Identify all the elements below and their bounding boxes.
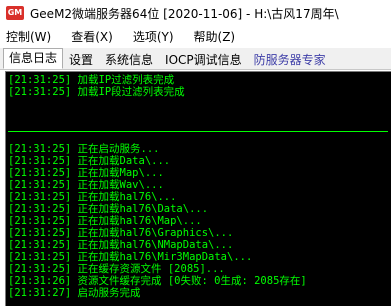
- log-line: [21:31:25] 正在加载hal76\NMapData\...: [8, 239, 234, 251]
- app-icon: GM: [6, 6, 24, 20]
- log-line: [21:31:25] 正在缓存资源文件 [2085]...: [8, 263, 225, 275]
- log-line: [21:31:25] 正在加载Wav\...: [8, 179, 164, 191]
- log-line: [21:31:25] 正在加载hal76\Mir3MapData\...: [8, 251, 253, 263]
- tab-info-log[interactable]: 信息日志: [3, 48, 64, 69]
- log-output[interactable]: [21:31:25] 加载IP过滤列表完成 [21:31:25] 加载IP段过滤…: [5, 71, 391, 306]
- tab-settings[interactable]: 设置: [63, 50, 99, 69]
- window-title: GeeM2微端服务器64位 [2020-11-06] - H:\古风17周年\: [30, 6, 339, 21]
- log-line: [21:31:25] 正在加载hal76\...: [8, 191, 177, 203]
- log-line: [21:31:25] 正在加载Data\...: [8, 155, 171, 167]
- log-line: [21:31:25] 正在加载hal76\Graphics\...: [8, 227, 234, 239]
- tab-system-info[interactable]: 系统信息: [99, 50, 159, 69]
- tab-server-protection[interactable]: 防服务器专家: [248, 50, 332, 69]
- tab-iocp-debug[interactable]: IOCP调试信息: [159, 50, 248, 69]
- log-line: [21:31:25] 正在加载Map\...: [8, 167, 164, 179]
- menu-bar: 控制(W) 查看(X) 选项(Y) 帮助(Z): [0, 26, 391, 47]
- title-bar: GM GeeM2微端服务器64位 [2020-11-06] - H:\古风17周…: [0, 0, 391, 26]
- log-line: [21:31:25] 加载IP段过滤列表完成: [8, 86, 185, 98]
- menu-control[interactable]: 控制(W): [6, 28, 51, 45]
- log-line: [21:31:27] 启动服务完成: [8, 287, 141, 299]
- log-separator: [8, 131, 388, 132]
- log-line: [21:31:25] 正在启动服务...: [8, 143, 160, 155]
- log-line: [21:31:25] 正在加载hal76\Data\...: [8, 203, 209, 215]
- log-line: [21:31:26] 资源文件缓存完成 [0失败: 0生成: 2085存在]: [8, 275, 307, 287]
- log-line: [21:31:25] 加载IP过滤列表完成: [8, 74, 175, 86]
- log-line: [21:31:25] 正在加载hal76\Map\...: [8, 215, 202, 227]
- tab-bar: 信息日志 设置 系统信息 IOCP调试信息 防服务器专家: [0, 48, 391, 70]
- menu-options[interactable]: 选项(Y): [133, 28, 174, 45]
- menu-help[interactable]: 帮助(Z): [194, 28, 236, 45]
- menu-view[interactable]: 查看(X): [71, 28, 113, 45]
